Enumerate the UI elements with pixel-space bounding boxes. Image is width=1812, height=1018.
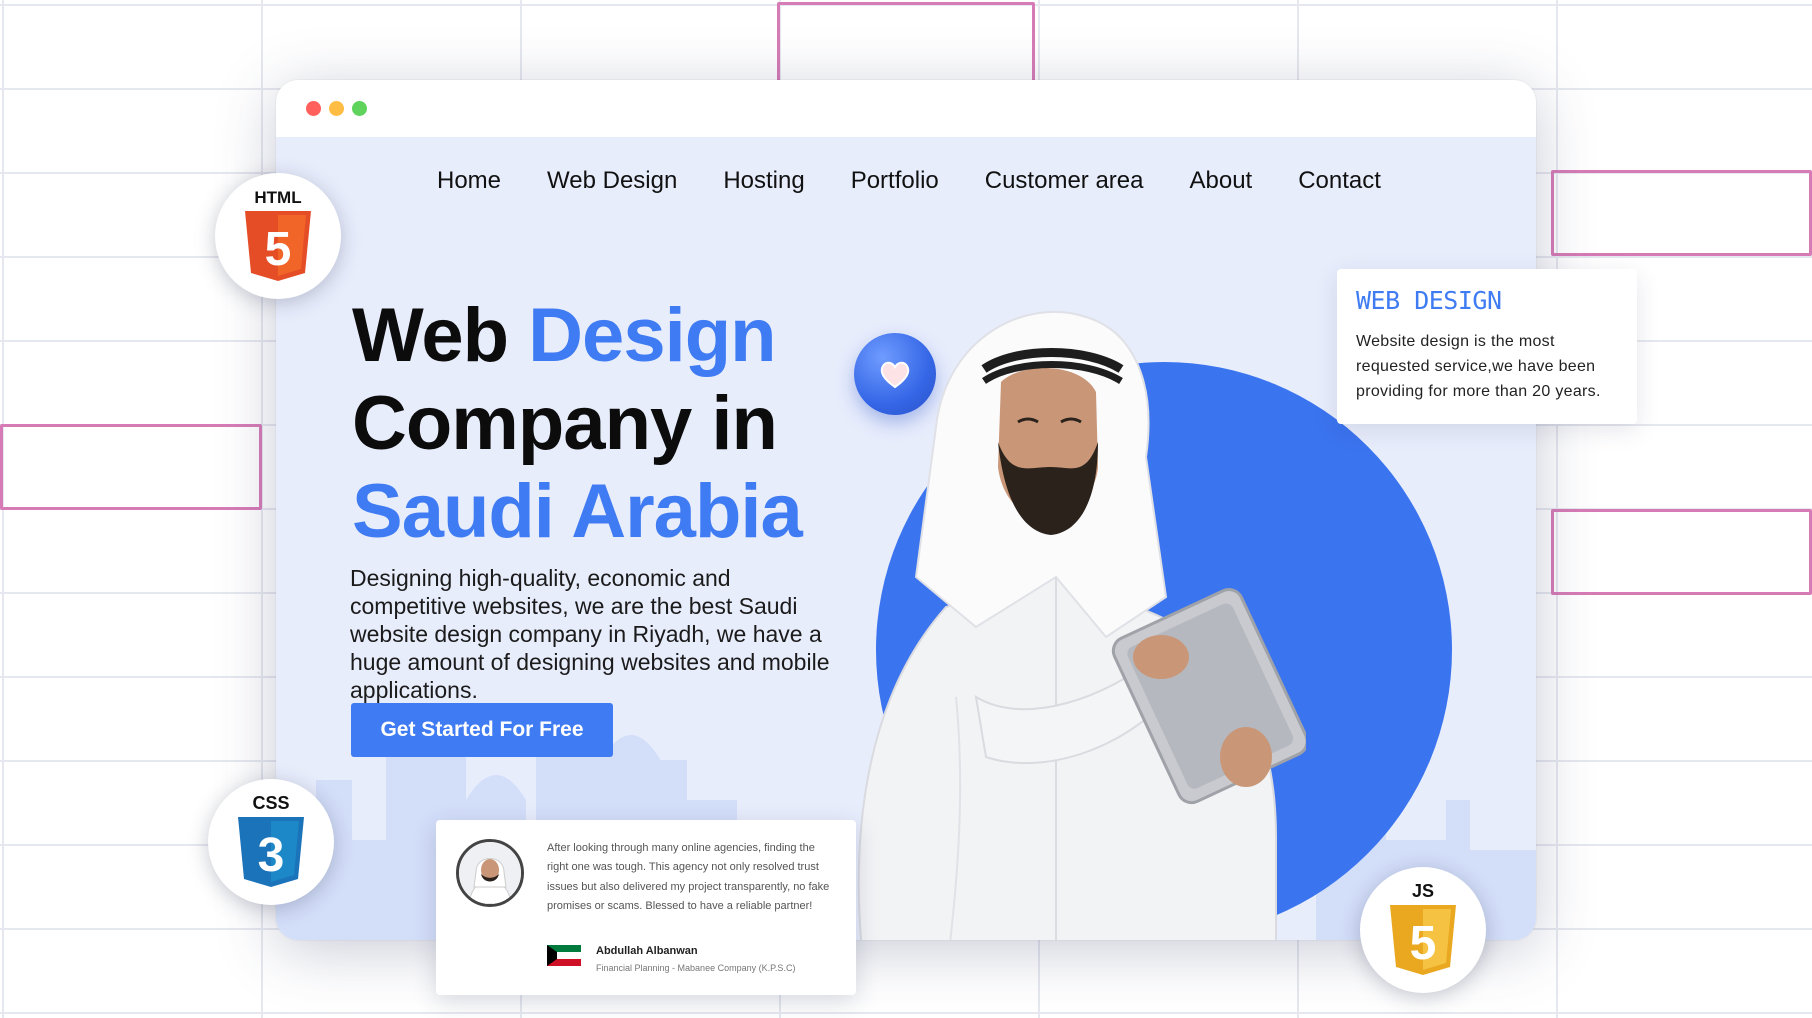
decor-outline-box (0, 424, 262, 510)
nav-customer-area[interactable]: Customer area (985, 167, 1144, 195)
decor-outline-box (1551, 509, 1812, 595)
html5-badge: HTML 5 (215, 173, 341, 299)
nav-about[interactable]: About (1189, 167, 1252, 195)
hero-description: Designing high-quality, economic and com… (350, 565, 830, 703)
js-logo-icon: JS 5 (1390, 881, 1456, 975)
window-minimize-dot[interactable] (329, 101, 344, 116)
nav-portfolio[interactable]: Portfolio (851, 167, 939, 195)
web-design-card-heading: WEB DESIGN (1356, 286, 1502, 315)
web-design-card-body: Website design is the most requested ser… (1356, 333, 1601, 400)
hero-title: Web Design Company in Saudi Arabia (352, 292, 803, 556)
decor-outline-box (777, 2, 1035, 84)
html5-badge-number: 5 (265, 223, 292, 276)
js-badge-label: JS (1412, 881, 1434, 901)
kuwait-flag-icon (547, 945, 581, 966)
html5-badge-label: HTML (254, 188, 301, 207)
js-badge: JS 5 (1360, 867, 1486, 993)
window-maximize-dot[interactable] (352, 101, 367, 116)
css3-badge-label: CSS (252, 793, 289, 813)
js-badge-number: 5 (1410, 917, 1437, 970)
testimonial-avatar (456, 839, 524, 907)
html5-logo-icon: HTML 5 (245, 188, 311, 281)
testimonial-name: Abdullah Albanwan (596, 945, 698, 957)
hero-title-line3: Saudi Arabia (352, 469, 803, 554)
hero-title-line2: Company in (352, 381, 778, 466)
decor-outline-box (1551, 170, 1812, 256)
nav-home[interactable]: Home (437, 167, 501, 195)
get-started-button[interactable]: Get Started For Free (351, 703, 613, 757)
hero-title-part1: Web (352, 293, 529, 378)
browser-window: Home Web Design Hosting Portfolio Custom… (276, 80, 1536, 940)
css3-badge: CSS 3 (208, 779, 334, 905)
web-design-card: WEB DESIGN Website design is the most re… (1337, 269, 1637, 424)
testimonial-card: After looking through many online agenci… (436, 820, 856, 995)
browser-titlebar (276, 80, 1536, 137)
nav-contact[interactable]: Contact (1298, 167, 1381, 195)
window-close-dot[interactable] (306, 101, 321, 116)
hero-person-image (857, 311, 1306, 940)
nav-hosting[interactable]: Hosting (723, 167, 804, 195)
nav-web-design[interactable]: Web Design (547, 167, 677, 195)
hero-title-part2: Design (528, 293, 776, 378)
testimonial-text: After looking through many online agenci… (547, 842, 830, 913)
main-nav: Home Web Design Hosting Portfolio Custom… (437, 167, 1381, 195)
css3-badge-number: 3 (258, 829, 285, 882)
css3-logo-icon: CSS 3 (238, 793, 304, 887)
testimonial-role: Financial Planning - Mabanee Company (K.… (596, 963, 796, 973)
